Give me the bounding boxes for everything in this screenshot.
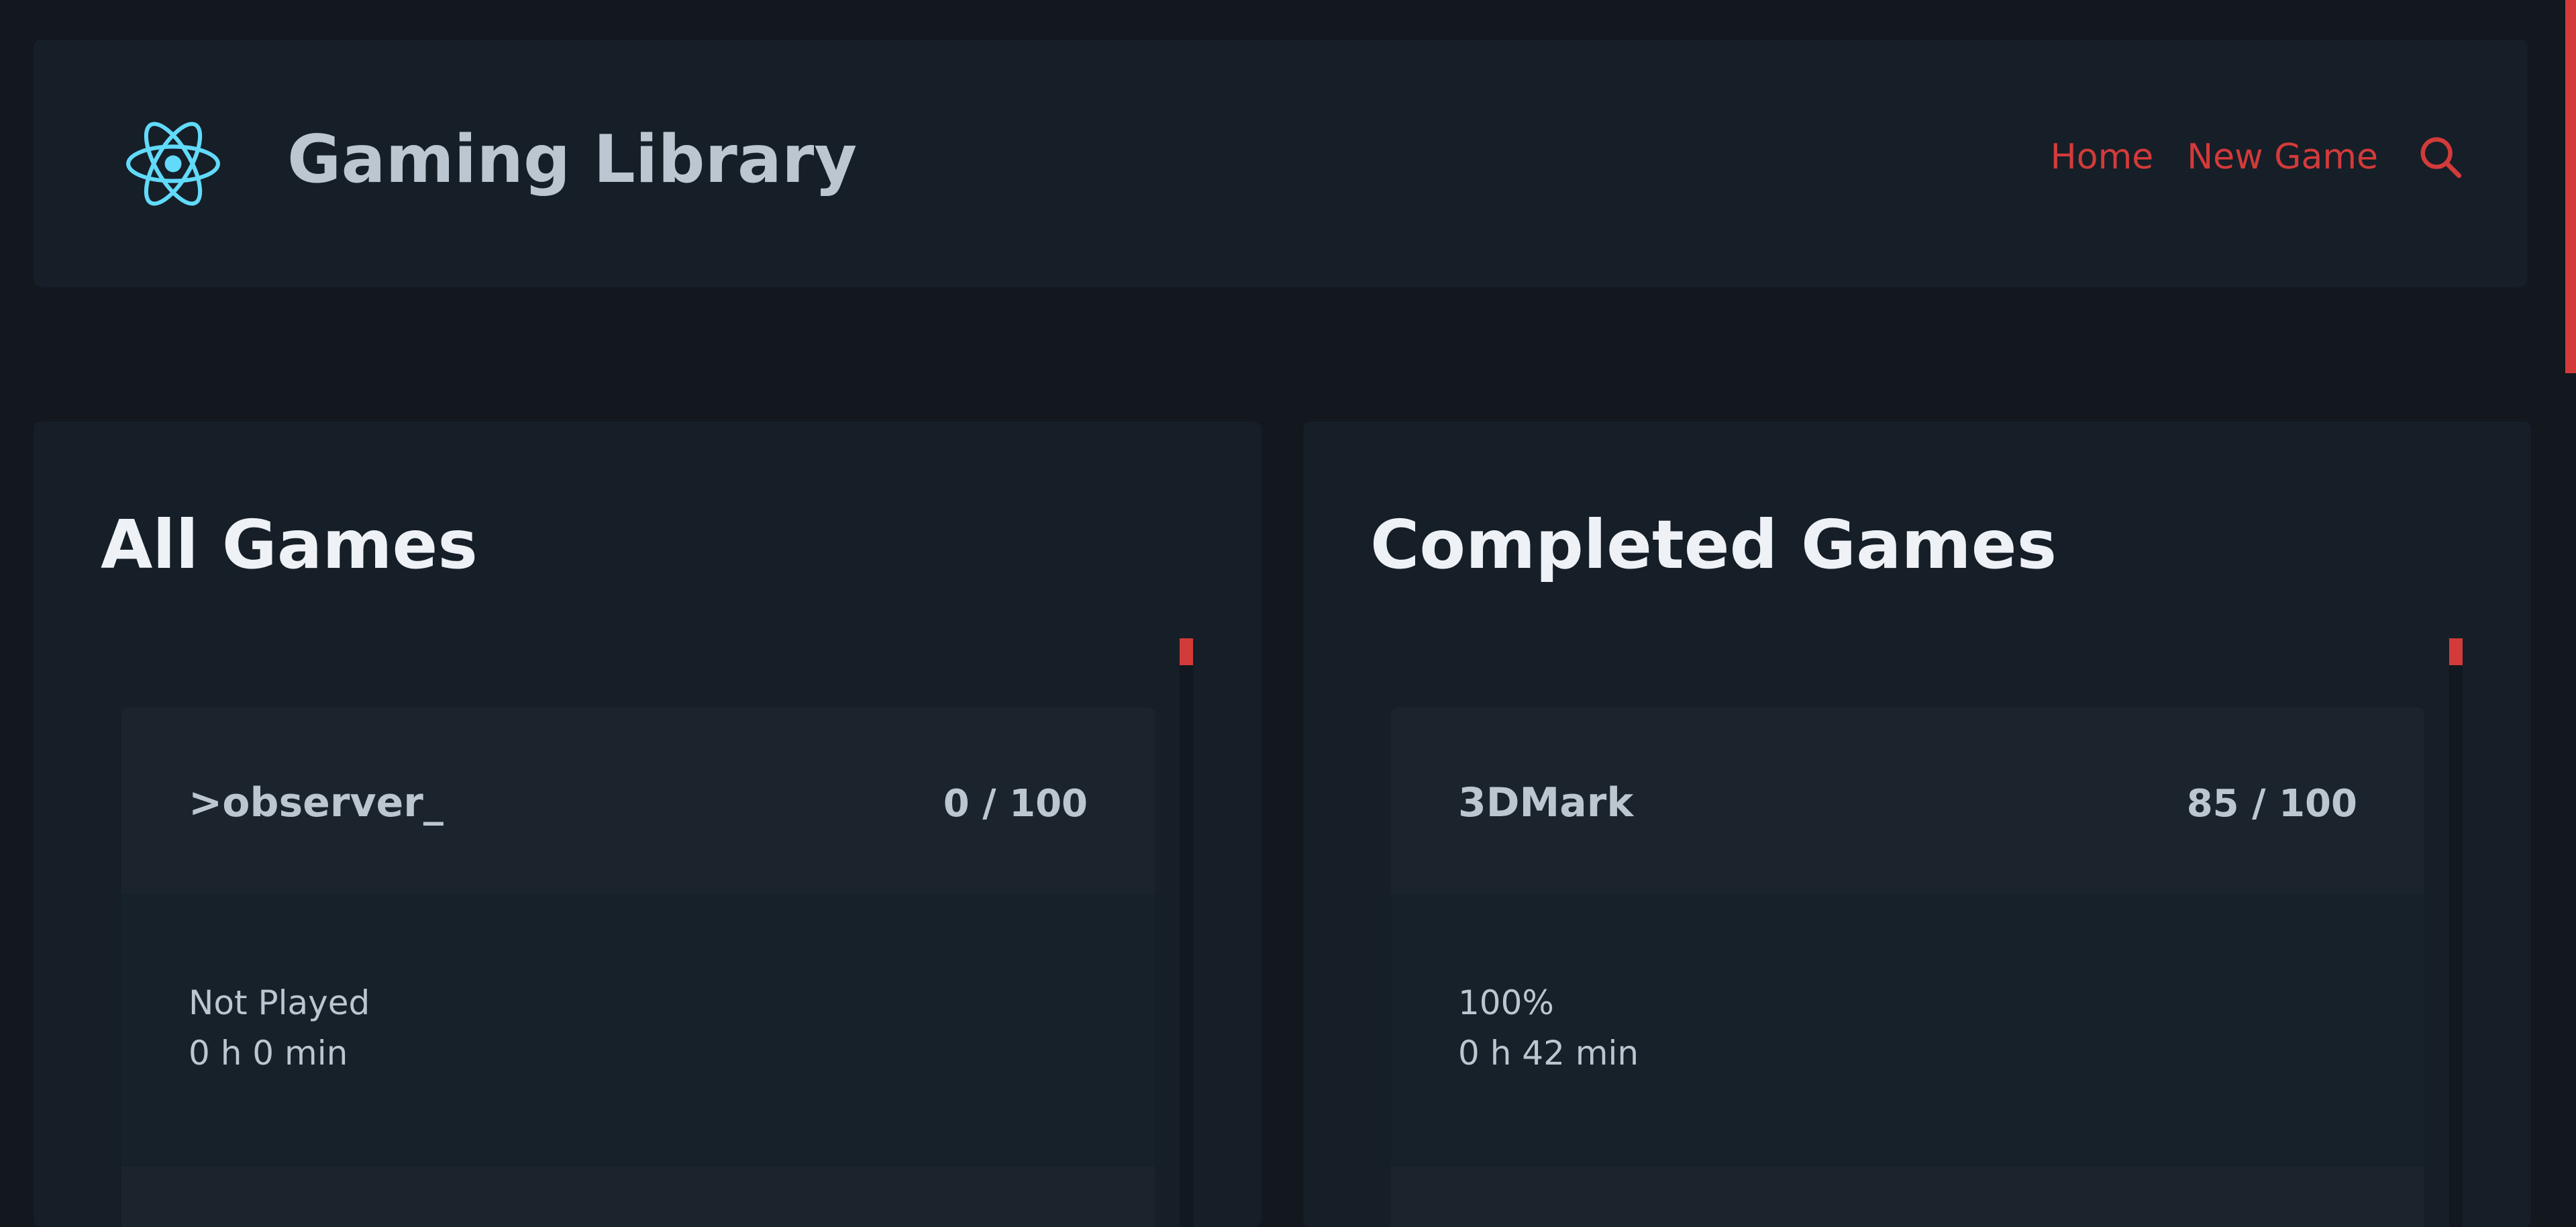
game-card[interactable]: 3DMark 85 / 100 100% 0 h 42 min	[1391, 707, 2424, 1227]
nav-new-game-link[interactable]: New Game	[2187, 136, 2378, 178]
game-name: >observer_	[189, 779, 444, 826]
game-playtime: 0 h 0 min	[189, 1034, 348, 1073]
top-nav: Home New Game	[2051, 134, 2464, 181]
game-status: 100%	[1458, 983, 1554, 1022]
game-card[interactable]: >observer_ 0 / 100 Not Played 0 h 0 min	[121, 707, 1155, 1227]
page-scrollbar-thumb[interactable]	[2565, 0, 2576, 373]
panel-title: All Games	[101, 505, 478, 584]
game-playtime: 0 h 42 min	[1458, 1034, 1639, 1073]
game-score: 0 / 100	[943, 782, 1088, 826]
all-games-panel: All Games >observer_ 0 / 100 Not Played …	[34, 422, 1261, 1227]
app-title: Gaming Library	[287, 121, 858, 198]
react-atom-icon[interactable]	[126, 117, 220, 211]
panel-scrollbar[interactable]	[1180, 638, 1193, 1227]
nav-home-link[interactable]: Home	[2051, 136, 2154, 178]
panel-title: Completed Games	[1370, 505, 2057, 584]
game-score: 85 / 100	[2186, 782, 2357, 826]
panel-scrollbar-thumb[interactable]	[1180, 638, 1193, 665]
panel-scrollbar[interactable]	[2449, 638, 2463, 1227]
app-header: Gaming Library Home New Game	[34, 40, 2528, 287]
game-card-footer	[121, 1167, 1155, 1227]
completed-games-panel: Completed Games 3DMark 85 / 100 100% 0 h…	[1303, 422, 2531, 1227]
game-card-footer	[1391, 1167, 2424, 1227]
search-icon[interactable]	[2417, 134, 2464, 181]
game-status: Not Played	[189, 983, 370, 1022]
panel-scrollbar-thumb[interactable]	[2449, 638, 2463, 665]
game-name: 3DMark	[1458, 779, 1634, 826]
